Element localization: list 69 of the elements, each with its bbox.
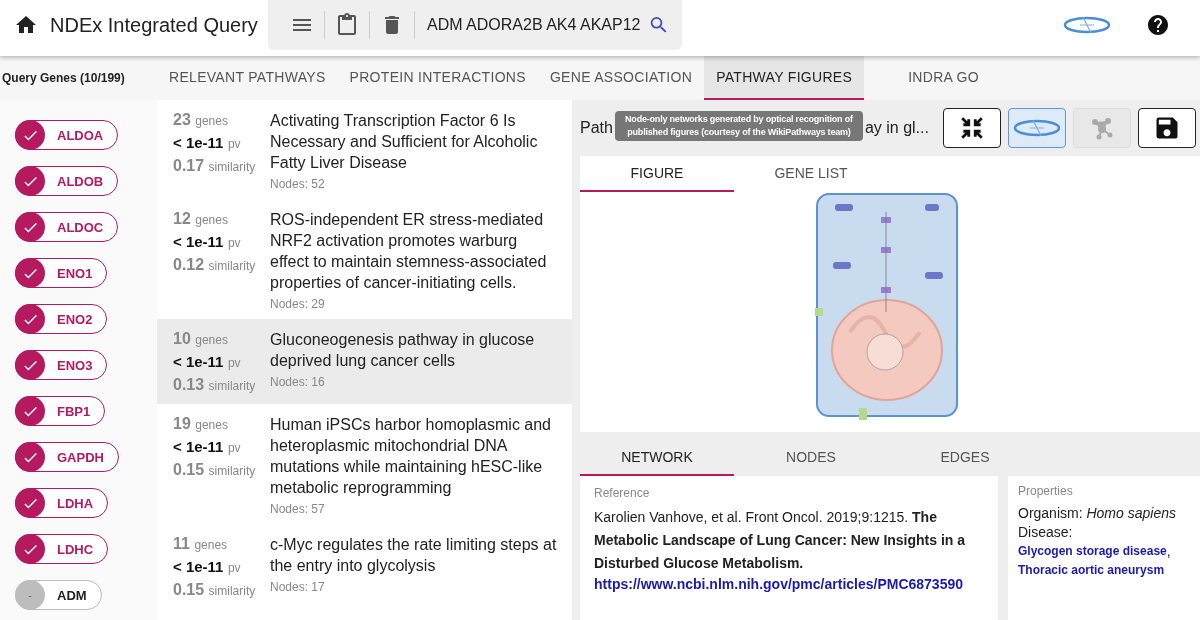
gene-chip[interactable]: GAPDH (15, 442, 119, 472)
gene-count: 10 genes (173, 329, 229, 349)
toolbar-button[interactable] (943, 108, 1001, 148)
node-count: Nodes: 17 (270, 580, 326, 594)
similarity-score: 0.17 similarity (173, 156, 257, 176)
network-title: Path (580, 119, 613, 137)
p-value: < 1e-11 pv (173, 557, 242, 577)
clipboard-icon[interactable] (335, 13, 359, 37)
tab[interactable]: PATHWAY FIGURES (704, 56, 865, 100)
help-icon[interactable] (1146, 13, 1170, 37)
p-value: < 1e-11 pv (173, 232, 242, 252)
query-genes-heading: Query Genes (10/199) (1, 70, 126, 87)
node-count: Nodes: 16 (270, 375, 326, 389)
gene-chip[interactable]: ENO1 (15, 258, 108, 288)
gene-chip[interactable]: LDHC (15, 534, 109, 564)
node-count: Nodes: 52 (270, 177, 326, 191)
gene-chip[interactable]: ALDOB (15, 166, 119, 196)
similarity-score: 0.15 similarity (173, 460, 257, 480)
gene-count: 19 genes (173, 414, 229, 434)
node-count: Nodes: 29 (270, 297, 326, 311)
p-value: < 1e-11 pv (173, 352, 242, 372)
unchecked-dot: - (15, 580, 45, 610)
organism-text: Organism: Homo sapiens (1018, 504, 1177, 523)
similarity-score: 0.15 similarity (173, 580, 257, 600)
orbit-logo-icon (1062, 14, 1112, 36)
disease-link[interactable]: Thoracic aortic aneurysm (1018, 561, 1165, 580)
gene-chip[interactable]: ALDOC (15, 212, 119, 242)
gene-count: 23 genes (173, 110, 229, 130)
disease-link[interactable]: Glycogen storage disease (1018, 542, 1167, 561)
disease-label: Disease: (1018, 523, 1074, 542)
collapse-icon (959, 115, 985, 141)
tab[interactable]: GENE LIST (734, 156, 888, 192)
pathway-title: Activating Transcription Factor 6 Is Necessary and Sufficient for Alcoholic Fatty Liver Disease (270, 111, 539, 173)
tab[interactable]: INDRA GO (896, 56, 991, 100)
toolbar-button[interactable] (1138, 108, 1196, 148)
reference-link[interactable]: https://www.ncbi.nlm.nih.gov/pmc/articles/PMC6873590 (594, 575, 984, 594)
similarity-score: 0.12 similarity (173, 255, 257, 275)
tab[interactable]: PROTEIN INTERACTIONS (337, 56, 538, 100)
gene-chip[interactable]: ENO2 (15, 304, 108, 334)
gene-chip[interactable]: - ADM (15, 580, 102, 610)
search-field[interactable]: ADM ADORA2B AK4 AKAP12 (427, 16, 641, 34)
pathway-title: c-Myc regulates the rate limiting steps at the entry into glycolysis (270, 535, 558, 576)
tab[interactable]: GENE ASSOCIATION (537, 56, 705, 100)
gene-count: 12 genes (173, 209, 229, 229)
result-row[interactable]: 10 genes < 1e-11 pv 0.13 similarity Gluconeogenesis pathway in glucose deprived lung cancer cells Nodes: 16 (157, 319, 572, 404)
app-title: NDEx Integrated Query (50, 13, 258, 37)
pathway-title: Human iPSCs harbor homoplasmic and heteroplasmic mitochondrial DNA mutations while maintaining hESC-like metabolic reprogramming (270, 415, 552, 498)
gene-chip[interactable]: LDHA (15, 488, 109, 518)
gene-chip[interactable]: ALDOA (15, 120, 119, 150)
gene-chip[interactable]: ENO3 (15, 350, 108, 380)
node-count: Nodes: 57 (270, 502, 326, 516)
tab[interactable]: NODES (734, 440, 888, 476)
p-value: < 1e-11 pv (173, 437, 242, 457)
tab[interactable]: FIGURE (580, 156, 734, 192)
tooltip: Node-only networks generated by optical recognition of published figures (courtesy of the WikiPathways team) (614, 111, 863, 141)
pathway-title: ROS-independent ER stress-mediated NRF2 activation promotes warburg effect to maintain stemness-associated properties of cancer-initiating cells. (270, 210, 548, 293)
gene-count: 11 genes (173, 534, 229, 554)
network-title: ay in gl... (864, 119, 929, 137)
properties-label: Properties (1018, 484, 1074, 498)
p-value: < 1e-11 pv (173, 133, 242, 153)
list-separator: , (1166, 542, 1171, 561)
similarity-score: 0.13 similarity (173, 375, 257, 395)
tab[interactable]: EDGES (888, 440, 1042, 476)
tab[interactable]: RELEVANT PATHWAYS (157, 56, 338, 100)
reference-text: Karolien Vanhove, et al. Front Oncol. 2019;9:1215. The Metabolic Landscape of Lung Cancer: New Insights in a Disturbed Glucose Metabolism. (594, 508, 967, 573)
pathway-title: Gluconeogenesis pathway in glucose deprived lung cancer cells (270, 330, 536, 371)
network-icon (1090, 116, 1114, 140)
gene-chip[interactable]: FBP1 (15, 396, 106, 426)
reference-label: Reference (594, 486, 651, 500)
